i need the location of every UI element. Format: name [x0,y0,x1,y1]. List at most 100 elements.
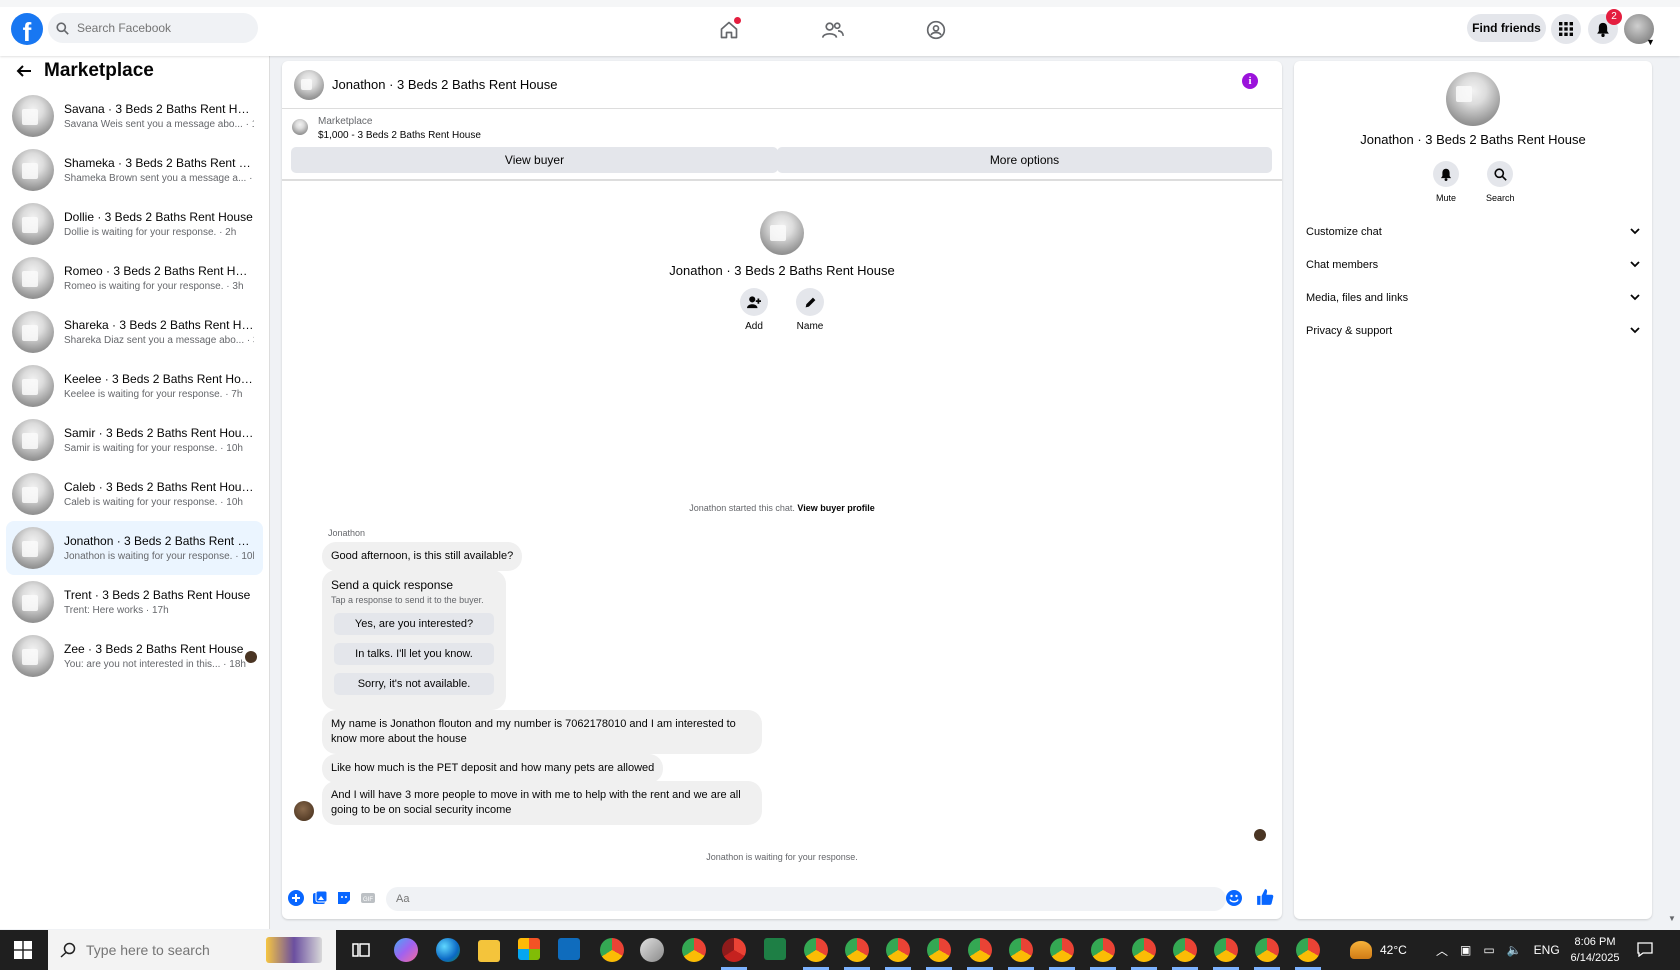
spreadsheet-app-icon[interactable] [764,938,786,960]
back-arrow-icon[interactable] [16,63,32,79]
windows-start-icon[interactable] [14,941,32,959]
media-files-links-item[interactable]: Media, files and links [1294,281,1652,314]
meeting-icon[interactable]: ▣ [1460,943,1471,957]
chat-info-panel: Jonathon · 3 Beds 2 Baths Rent House Mut… [1294,61,1652,919]
chrome-window-icon[interactable] [927,938,951,962]
sender-name: Jonathon [328,528,366,538]
conversation-item[interactable]: Shareka · 3 Beds 2 Baths Rent House Share… [6,305,263,359]
message-bubble: And I will have 3 more people to move in… [322,781,762,825]
quick-reply-button[interactable]: In talks. I'll let you know. [334,643,494,665]
chrome-window-icon[interactable] [1255,938,1279,962]
find-friends-button[interactable]: Find friends [1467,14,1546,42]
quick-response-subtitle: Tap a response to send it to the buyer. [331,595,484,605]
menu-button[interactable] [1551,14,1581,44]
chrome-window-icon[interactable] [1173,938,1197,962]
facebook-logo[interactable]: f [11,13,43,45]
quick-reply-button[interactable]: Yes, are you interested? [334,613,494,635]
chevron-down-icon[interactable]: ▼ [1646,37,1655,47]
gif-icon[interactable]: GIF [360,890,376,906]
conversation-item[interactable]: Samir · 3 Beds 2 Baths Rent House Samir i… [6,413,263,467]
conversation-preview: Caleb is waiting for your response. · 10… [64,497,243,508]
like-icon[interactable] [1256,888,1274,906]
message-input[interactable] [386,887,1226,911]
quick-reply-button[interactable]: Sorry, it's not available. [334,673,494,695]
system-tray: ︿ ▣ ▭ 🔈 ENG [1436,930,1560,970]
conversation-item[interactable]: Shameka · 3 Beds 2 Baths Rent Ho... Shame… [6,143,263,197]
privacy-support-item[interactable]: Privacy & support [1294,314,1652,347]
chrome-window-icon[interactable] [886,938,910,962]
chrome-app-icon[interactable] [682,938,706,962]
taskbar-search-input[interactable] [86,942,256,958]
chat-title[interactable]: Jonathon · 3 Beds 2 Baths Rent House [332,77,557,92]
chrome-window-icon[interactable] [845,938,869,962]
plus-circle-icon[interactable] [288,890,304,906]
conversation-title: Trent · 3 Beds 2 Baths Rent House [64,588,251,602]
chrome-window-icon[interactable] [1214,938,1238,962]
mute-button[interactable]: Mute [1432,161,1460,203]
chrome-app-icon[interactable] [600,938,624,962]
task-view-icon[interactable] [352,941,370,959]
listing-price[interactable]: $1,000 - 3 Beds 2 Baths Rent House [318,130,481,141]
view-buyer-profile-link[interactable]: View buyer profile [797,503,874,513]
svg-text:GIF: GIF [363,897,373,903]
listing-thumbnail [12,473,54,515]
store-app-icon[interactable] [518,938,540,960]
chrome-profile-icon[interactable] [722,938,746,962]
search-box[interactable] [48,13,258,43]
conversation-item[interactable]: Zee · 3 Beds 2 Baths Rent House You: are … [6,629,263,683]
clock[interactable]: 8:06 PM 6/14/2025 [1560,934,1630,966]
listing-thumbnail [12,581,54,623]
outlook-app-icon[interactable] [558,938,580,960]
chrome-window-icon[interactable] [1132,938,1156,962]
emoji-icon[interactable] [1226,890,1242,906]
conversation-item[interactable]: Caleb · 3 Beds 2 Baths Rent House Caleb i… [6,467,263,521]
friends-nav-button[interactable] [820,17,846,43]
conversation-item[interactable]: Dollie · 3 Beds 2 Baths Rent House Dollie… [6,197,263,251]
network-icon[interactable]: ▭ [1483,943,1494,957]
search-input[interactable] [77,21,237,35]
chat-members-item[interactable]: Chat members [1294,248,1652,281]
search-conversation-button[interactable]: Search [1486,161,1515,203]
edge-app-icon[interactable] [436,938,460,962]
item-label: Privacy & support [1306,324,1393,337]
file-explorer-icon[interactable] [478,940,500,962]
clock-time: 8:06 PM [1574,936,1616,948]
copilot-app-icon[interactable] [394,938,418,962]
more-options-button[interactable]: More options [777,147,1272,173]
chat-avatar[interactable] [294,69,324,100]
sender-avatar[interactable] [294,801,314,821]
notification-center-icon[interactable] [1637,942,1653,957]
waiting-notice: Jonathon is waiting for your response. [706,852,858,862]
chrome-window-icon[interactable] [804,938,828,962]
customize-chat-item[interactable]: Customize chat [1294,215,1652,248]
add-button[interactable]: Add [738,288,770,332]
conversation-item[interactable]: Romeo · 3 Beds 2 Baths Rent House Romeo i… [6,251,263,305]
chrome-window-icon[interactable] [1091,938,1115,962]
photo-icon[interactable] [312,890,328,906]
chat-header: Jonathon · 3 Beds 2 Baths Rent House i [282,61,1282,109]
weather-widget[interactable]: 42°C [1350,930,1407,970]
groups-icon [926,20,946,40]
conversation-item[interactable]: Trent · 3 Beds 2 Baths Rent House Trent: … [6,575,263,629]
groups-nav-button[interactable] [923,17,949,43]
language-indicator[interactable]: ENG [1534,943,1560,957]
home-nav-button[interactable] [716,17,742,43]
info-icon[interactable]: i [1242,73,1258,89]
chrome-window-icon[interactable] [968,938,992,962]
profile-name: Jonathon · 3 Beds 2 Baths Rent House [669,263,895,278]
chrome-window-icon[interactable] [1009,938,1033,962]
conversation-item[interactable]: Keelee · 3 Beds 2 Baths Rent House Keelee… [6,359,263,413]
name-button[interactable]: Name [794,288,826,332]
taskbar-search[interactable] [48,930,336,970]
view-buyer-button[interactable]: View buyer [291,147,778,173]
chrome-window-icon[interactable] [1296,938,1320,962]
volume-icon[interactable]: 🔈 [1507,943,1522,957]
chrome-window-icon[interactable] [1050,938,1074,962]
paint-app-icon[interactable] [640,938,664,962]
chevron-down-icon [1630,294,1640,301]
sticker-icon[interactable] [336,890,352,906]
bell-icon [1597,22,1609,37]
conversation-item-active[interactable]: Jonathon · 3 Beds 2 Baths Rent Ho... Jona… [6,521,263,575]
conversation-item[interactable]: Savana · 3 Beds 2 Baths Rent House Savana… [6,89,263,143]
chevron-up-icon[interactable]: ︿ [1436,942,1448,959]
